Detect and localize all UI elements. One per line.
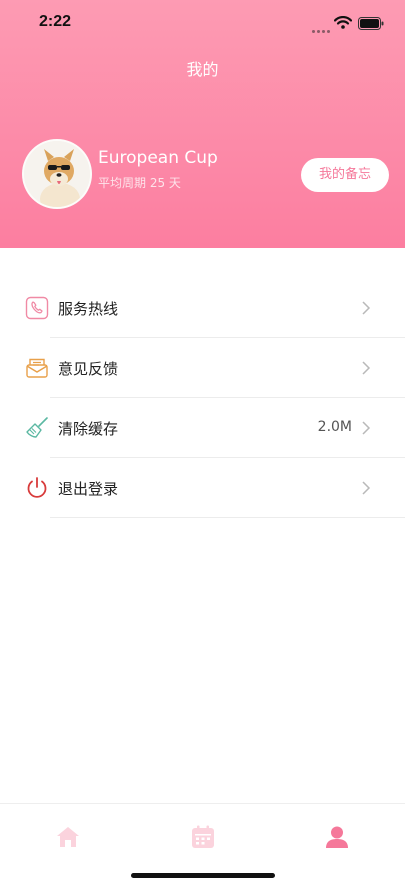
my-memo-button[interactable]: 我的备忘 xyxy=(301,158,389,192)
settings-menu: 服务热线 意见反馈 清除缓存 2.0M 退出登录 xyxy=(0,278,405,518)
avatar[interactable] xyxy=(22,139,92,209)
menu-item-label: 意见反馈 xyxy=(58,360,119,378)
divider xyxy=(50,517,405,518)
tab-calendar[interactable] xyxy=(190,824,216,850)
profile-icon xyxy=(326,826,348,848)
power-icon xyxy=(25,476,49,500)
cache-size-value: 2.0M xyxy=(317,419,352,435)
menu-item-feedback[interactable]: 意见反馈 xyxy=(0,338,405,398)
menu-item-clear-cache[interactable]: 清除缓存 2.0M xyxy=(0,398,405,458)
calendar-icon xyxy=(192,825,214,848)
menu-item-logout[interactable]: 退出登录 xyxy=(0,458,405,518)
profile-header: 2:22 我的 European Cup 平均周期 25 天 我的备忘 xyxy=(0,0,405,248)
dog-avatar-image xyxy=(24,141,90,207)
mail-icon xyxy=(25,356,49,380)
signal-icon xyxy=(312,21,332,40)
menu-item-service-hotline[interactable]: 服务热线 xyxy=(0,278,405,338)
page-title: 我的 xyxy=(186,60,219,79)
average-period: 平均周期 25 天 xyxy=(98,176,181,190)
chevron-right-icon xyxy=(361,300,371,316)
chevron-right-icon xyxy=(361,420,371,436)
menu-item-label: 退出登录 xyxy=(58,480,119,498)
menu-item-label: 服务热线 xyxy=(58,300,119,318)
home-indicator xyxy=(131,873,275,878)
broom-icon xyxy=(25,416,49,440)
tab-home[interactable] xyxy=(55,824,81,850)
chevron-right-icon xyxy=(361,480,371,496)
battery-icon xyxy=(358,15,384,34)
chevron-right-icon xyxy=(361,360,371,376)
wifi-icon xyxy=(333,14,353,33)
status-time: 2:22 xyxy=(39,13,72,30)
status-bar: 2:22 xyxy=(0,0,405,44)
phone-icon xyxy=(25,296,49,320)
tab-profile[interactable] xyxy=(324,824,350,850)
menu-item-label: 清除缓存 xyxy=(58,420,119,438)
home-icon xyxy=(57,827,79,847)
username: European Cup xyxy=(98,148,218,168)
